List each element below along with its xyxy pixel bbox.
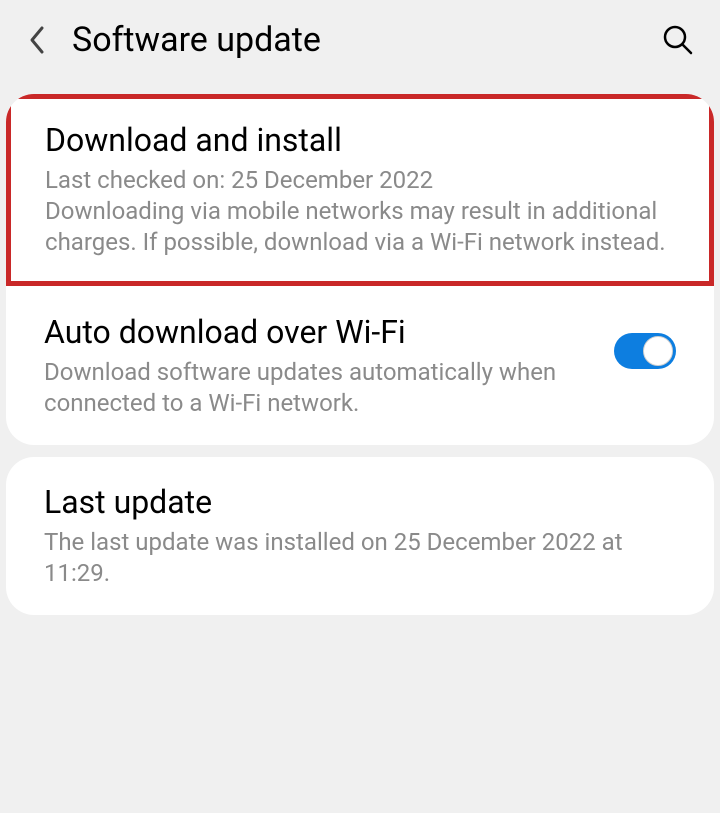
header: Software update — [0, 0, 720, 80]
last-update-desc: The last update was installed on 25 Dece… — [44, 527, 676, 589]
auto-download-item[interactable]: Auto download over Wi-Fi Download softwa… — [6, 287, 714, 445]
settings-card-2: Last update The last update was installe… — [6, 457, 714, 615]
auto-download-toggle[interactable] — [614, 333, 676, 369]
auto-download-title: Auto download over Wi-Fi — [44, 313, 598, 351]
auto-download-desc: Download software updates automatically … — [44, 357, 598, 419]
download-install-warning: Downloading via mobile networks may resu… — [45, 196, 675, 258]
last-update-item[interactable]: Last update The last update was installe… — [6, 457, 714, 615]
last-update-title: Last update — [44, 483, 676, 521]
settings-card-1: Download and install Last checked on: 25… — [6, 94, 714, 445]
toggle-knob — [643, 336, 673, 366]
download-install-last-checked: Last checked on: 25 December 2022 — [45, 165, 675, 196]
search-icon[interactable] — [660, 22, 696, 58]
back-icon[interactable] — [24, 27, 50, 53]
download-install-title: Download and install — [45, 121, 675, 159]
download-install-item[interactable]: Download and install Last checked on: 25… — [6, 94, 714, 286]
page-title: Software update — [72, 20, 660, 60]
